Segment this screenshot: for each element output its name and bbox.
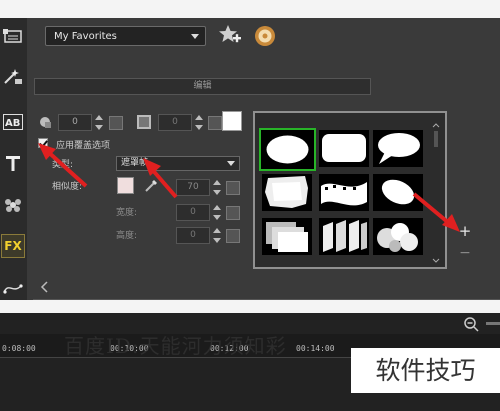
similarity-value-field[interactable]: 70: [176, 179, 210, 196]
mask-item-tilted-oval[interactable]: [373, 174, 423, 211]
timeline-gap: [0, 300, 500, 313]
favorites-dropdown-value: My Favorites: [54, 30, 117, 42]
zoom-slider[interactable]: [486, 322, 500, 325]
eyedropper-icon[interactable]: [144, 177, 160, 193]
width-value-field[interactable]: 0: [176, 204, 210, 221]
chevron-down-icon: [191, 34, 199, 39]
manage-favorites-icon[interactable]: [254, 25, 276, 47]
add-to-favorites-icon[interactable]: [218, 24, 242, 46]
height-spinner[interactable]: [212, 227, 222, 244]
border-preset-button[interactable]: [208, 116, 222, 130]
height-label: 高度:: [116, 231, 138, 241]
chevron-down-icon: [227, 161, 235, 166]
width-label: 宽度:: [116, 208, 138, 218]
mask-item-bubbles[interactable]: [373, 218, 423, 255]
mask-item-stacked-frames[interactable]: [262, 218, 312, 255]
collapse-panel-icon[interactable]: [40, 281, 50, 293]
border-spinner[interactable]: [194, 114, 204, 131]
type-dropdown[interactable]: 遮罩帧: [116, 156, 240, 171]
key-color-swatch[interactable]: [117, 177, 134, 194]
mask-item-oval[interactable]: [259, 128, 316, 171]
path-icon[interactable]: [1, 276, 25, 300]
text-icon[interactable]: [1, 151, 25, 175]
shape-icon: [38, 115, 52, 129]
screenshot-root: AB FX My Favorites 编辑 0 0 应用覆盖选项 类型: 遮罩帧…: [0, 0, 500, 411]
timecode-3: 00:14:00: [296, 344, 335, 353]
add-mask-button[interactable]: +: [457, 223, 473, 239]
width-preset-button[interactable]: [226, 206, 240, 220]
mask-item-torn-paper[interactable]: [262, 174, 312, 211]
type-dropdown-value: 遮罩帧: [121, 158, 149, 168]
watermark-text: 百度ID:天能河力须知彩: [64, 334, 287, 358]
mask-item-rounded-rect[interactable]: [319, 130, 369, 167]
border-value-field[interactable]: 0: [158, 114, 192, 131]
shape-preset-button[interactable]: [109, 116, 123, 130]
site-logo: 软件技巧: [351, 348, 500, 393]
similarity-preset-button[interactable]: [226, 181, 240, 195]
shape-value-field[interactable]: 0: [58, 114, 92, 131]
mask-item-slanted-bars[interactable]: [319, 218, 369, 255]
similarity-label: 相似度:: [52, 182, 83, 192]
fx-label: FX: [4, 239, 22, 253]
height-preset-button[interactable]: [226, 229, 240, 243]
svg-text:AB: AB: [5, 118, 20, 129]
fx-filter-icon[interactable]: FX: [1, 234, 25, 258]
top-margin: [0, 0, 500, 18]
graphics-icon[interactable]: [1, 193, 25, 217]
type-label: 类型:: [52, 160, 74, 170]
border-icon: [137, 115, 151, 129]
favorites-dropdown[interactable]: My Favorites: [45, 26, 206, 46]
similarity-spinner[interactable]: [212, 179, 222, 196]
remove-mask-button[interactable]: −: [457, 246, 473, 260]
gallery-scrollbar[interactable]: [431, 121, 441, 265]
apply-overlay-label: 应用覆盖选项: [56, 141, 111, 151]
title-ab-icon[interactable]: AB: [1, 110, 25, 134]
timecode-0: 0:08:00: [2, 344, 36, 353]
instant-project-icon[interactable]: [1, 64, 25, 88]
border-color-swatch[interactable]: [222, 111, 242, 131]
width-spinner[interactable]: [212, 204, 222, 221]
tool-sidebar: AB FX: [0, 18, 27, 300]
media-icon[interactable]: [1, 24, 25, 48]
tab-edit[interactable]: 编辑: [34, 78, 371, 95]
mask-item-film-strip[interactable]: [319, 174, 369, 211]
apply-overlay-checkbox[interactable]: [38, 138, 48, 148]
height-value-field[interactable]: 0: [176, 227, 210, 244]
shape-spinner[interactable]: [94, 114, 104, 131]
mask-item-speech-bubble[interactable]: [373, 130, 423, 167]
zoom-out-icon[interactable]: [463, 316, 479, 332]
